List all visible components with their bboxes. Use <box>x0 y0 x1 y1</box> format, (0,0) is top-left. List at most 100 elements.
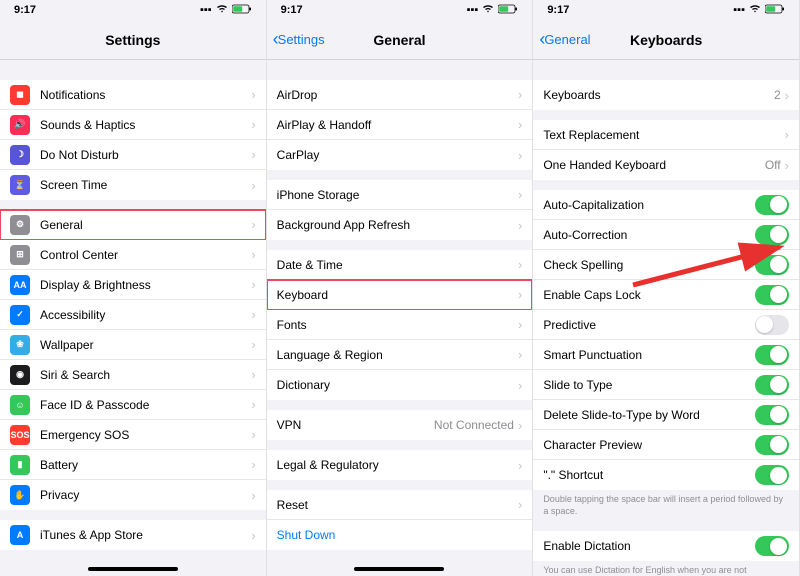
list-row[interactable]: ☺Face ID & Passcode› <box>0 390 266 420</box>
chevron-right-icon: › <box>251 337 255 352</box>
toggle-switch[interactable] <box>755 315 789 335</box>
list-row[interactable]: Shut Down <box>267 520 533 550</box>
list-row[interactable]: Enable Caps Lock <box>533 280 799 310</box>
general-icon: ⚙ <box>10 215 30 235</box>
list-row[interactable]: ✓Accessibility› <box>0 300 266 330</box>
list-row[interactable]: AiTunes & App Store› <box>0 520 266 550</box>
toggle-switch[interactable] <box>755 225 789 245</box>
list-row[interactable]: CarPlay› <box>267 140 533 170</box>
row-label: Do Not Disturb <box>40 148 251 162</box>
dnd-icon: ☽ <box>10 145 30 165</box>
nav-title: Settings <box>105 32 160 48</box>
list-row[interactable]: AirDrop› <box>267 80 533 110</box>
row-label: Siri & Search <box>40 368 251 382</box>
screen-general: 9:17 ▪▪▪ ‹ Settings General AirDrop›AirP… <box>267 0 534 576</box>
list-row[interactable]: Character Preview <box>533 430 799 460</box>
list-row[interactable]: ✋Privacy› <box>0 480 266 510</box>
row-label: Shut Down <box>277 528 523 542</box>
list-row[interactable]: Language & Region› <box>267 340 533 370</box>
toggle-switch[interactable] <box>755 375 789 395</box>
list-row[interactable]: Delete Slide-to-Type by Word <box>533 400 799 430</box>
row-label: Sounds & Haptics <box>40 118 251 132</box>
scroll-content[interactable]: AirDrop›AirPlay & Handoff›CarPlay› iPhon… <box>267 60 533 576</box>
list-row[interactable]: Reset› <box>267 490 533 520</box>
list-row[interactable]: "." Shortcut <box>533 460 799 490</box>
chevron-right-icon: › <box>251 367 255 382</box>
accessibility-icon: ✓ <box>10 305 30 325</box>
list-row[interactable]: Text Replacement› <box>533 120 799 150</box>
row-detail: Off <box>765 158 781 172</box>
list-row[interactable]: Auto-Correction <box>533 220 799 250</box>
row-label: One Handed Keyboard <box>543 158 765 172</box>
list-row[interactable]: AADisplay & Brightness› <box>0 270 266 300</box>
list-row[interactable]: Keyboard› <box>267 280 533 310</box>
toggle-switch[interactable] <box>755 405 789 425</box>
list-row[interactable]: Legal & Regulatory› <box>267 450 533 480</box>
list-row[interactable]: Slide to Type <box>533 370 799 400</box>
nav-bar: Settings <box>0 20 266 60</box>
scroll-content[interactable]: Keyboards2› Text Replacement›One Handed … <box>533 60 799 576</box>
scroll-content[interactable]: ◼Notifications›🔊Sounds & Haptics› ☽ Do Not… <box>0 60 266 576</box>
list-row[interactable]: ◉Siri & Search› <box>0 360 266 390</box>
row-label: iPhone Storage <box>277 188 518 202</box>
wifi-icon <box>749 4 761 16</box>
sos-icon: SOS <box>10 425 30 445</box>
list-row[interactable]: ⏳Screen Time› <box>0 170 266 200</box>
toggle-switch[interactable] <box>755 195 789 215</box>
toggle-switch[interactable] <box>755 465 789 485</box>
chevron-right-icon: › <box>518 418 522 433</box>
toggle-switch[interactable] <box>755 255 789 275</box>
row-label: AirPlay & Handoff <box>277 118 518 132</box>
list-row[interactable]: ▮Battery› <box>0 450 266 480</box>
list-row[interactable]: Smart Punctuation <box>533 340 799 370</box>
list-row[interactable]: Enable Dictation <box>533 531 799 561</box>
toggle-switch[interactable] <box>755 536 789 556</box>
battery-status-icon <box>232 4 252 17</box>
toggle-switch[interactable] <box>755 345 789 365</box>
list-row[interactable]: ⚙General› <box>0 210 266 240</box>
list-row[interactable]: ⊞Control Center› <box>0 240 266 270</box>
list-row[interactable]: ☽Do Not Disturb› <box>0 140 266 170</box>
nav-bar: ‹ General Keyboards <box>533 20 799 60</box>
chevron-right-icon: › <box>518 347 522 362</box>
list-row[interactable]: Predictive <box>533 310 799 340</box>
row-label: Background App Refresh <box>277 218 518 232</box>
row-label: Language & Region <box>277 348 518 362</box>
row-label: Reset <box>277 498 518 512</box>
privacy-icon: ✋ <box>10 485 30 505</box>
status-bar: 9:17 ▪▪▪ <box>0 0 266 20</box>
list-row[interactable]: ◼Notifications› <box>0 80 266 110</box>
screen-settings: 9:17 ▪▪▪ Settings ◼Notifications›🔊Sounds… <box>0 0 267 576</box>
home-indicator[interactable] <box>354 567 444 571</box>
list-row[interactable]: Date & Time› <box>267 250 533 280</box>
list-row[interactable]: SOSEmergency SOS› <box>0 420 266 450</box>
toggle-switch[interactable] <box>755 435 789 455</box>
list-row[interactable]: ❀Wallpaper› <box>0 330 266 360</box>
screen-keyboards: 9:17 ▪▪▪ ‹ General Keyboards Keyboards2›… <box>533 0 800 576</box>
list-row[interactable]: Fonts› <box>267 310 533 340</box>
list-row[interactable]: Dictionary› <box>267 370 533 400</box>
row-label: Delete Slide-to-Type by Word <box>543 408 755 422</box>
chevron-right-icon: › <box>785 127 789 142</box>
list-row[interactable]: VPNNot Connected› <box>267 410 533 440</box>
row-label: Auto-Correction <box>543 228 755 242</box>
home-indicator[interactable] <box>88 567 178 571</box>
list-row[interactable]: Check Spelling <box>533 250 799 280</box>
list-row[interactable]: 🔊Sounds & Haptics› <box>0 110 266 140</box>
back-button[interactable]: ‹ Settings <box>273 29 325 50</box>
list-row[interactable]: AirPlay & Handoff› <box>267 110 533 140</box>
row-label: Face ID & Passcode <box>40 398 251 412</box>
battery-icon: ▮ <box>10 455 30 475</box>
toggle-switch[interactable] <box>755 285 789 305</box>
list-row[interactable]: Background App Refresh› <box>267 210 533 240</box>
row-label: iTunes & App Store <box>40 528 251 542</box>
list-row[interactable]: Keyboards2› <box>533 80 799 110</box>
battery-status-icon <box>498 4 518 17</box>
list-row[interactable]: iPhone Storage› <box>267 180 533 210</box>
battery-status-icon <box>765 4 785 17</box>
list-row[interactable]: Auto-Capitalization <box>533 190 799 220</box>
back-button[interactable]: ‹ General <box>539 29 590 50</box>
row-label: Notifications <box>40 88 251 102</box>
status-bar: 9:17 ▪▪▪ <box>533 0 799 20</box>
list-row[interactable]: One Handed KeyboardOff› <box>533 150 799 180</box>
